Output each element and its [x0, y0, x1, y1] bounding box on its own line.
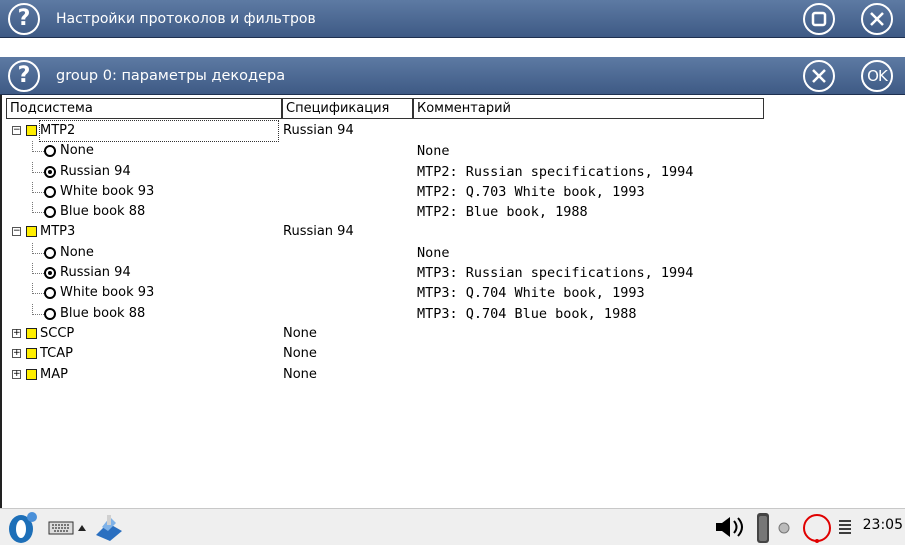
option-label[interactable]: Blue book 88 — [60, 304, 145, 324]
option-label[interactable]: Blue book 88 — [60, 202, 145, 222]
tree-line — [32, 313, 44, 315]
node-square-icon — [26, 226, 37, 238]
radio-unselected[interactable] — [44, 145, 56, 158]
specification-cell: None — [283, 346, 317, 362]
app-icon[interactable] — [92, 513, 126, 543]
comment-cell: None — [417, 244, 450, 261]
tree-option-row[interactable]: Blue book 88 MTP2: Blue book, 1988 — [2, 202, 902, 222]
collapse-icon[interactable]: − — [12, 126, 21, 135]
comment-cell: MTP2: Blue book, 1988 — [417, 204, 588, 221]
node-square-icon — [26, 348, 37, 360]
dialog-titlebar: ? group 0: параметры декодера OK — [0, 57, 905, 95]
tree-node-row[interactable]: + SCCP None — [2, 324, 902, 344]
radio-selected[interactable] — [44, 267, 56, 280]
table-header: Подсистема Спецификация Комментарий — [6, 98, 764, 119]
specification-cell: None — [283, 366, 317, 382]
start-menu-icon[interactable] — [6, 511, 42, 544]
radio-selected[interactable] — [44, 165, 56, 178]
tree-option-row[interactable]: White book 93 MTP3: Q.704 White book, 199… — [2, 283, 902, 303]
tree-line — [32, 191, 44, 193]
comment-cell: MTP2: Russian specifications, 1994 — [417, 163, 694, 180]
network-dot-icon[interactable] — [778, 522, 790, 534]
node-label[interactable]: MTP3 — [40, 222, 75, 242]
option-label[interactable]: White book 93 — [60, 182, 154, 202]
comment-cell: None — [417, 143, 450, 160]
dialog-help-button[interactable]: ? — [8, 60, 40, 92]
option-label[interactable]: Russian 94 — [60, 263, 131, 283]
tree-node-row[interactable]: + TCAP None — [2, 344, 902, 364]
expand-icon[interactable]: + — [12, 328, 21, 338]
close-window-button[interactable] — [861, 3, 893, 35]
specification-cell: None — [283, 325, 317, 341]
window-titlebar: ? Настройки протоколов и фильтров — [0, 0, 905, 38]
window-title: Настройки протоколов и фильтров — [56, 11, 316, 27]
close-icon — [870, 12, 884, 26]
speaker-icon[interactable] — [714, 515, 744, 539]
column-header-specification[interactable]: Спецификация — [282, 98, 413, 119]
node-label[interactable]: MAP — [40, 365, 68, 385]
expand-icon[interactable]: + — [12, 369, 21, 379]
tree-node-row[interactable]: + MAP None — [2, 365, 902, 385]
ok-icon: OK — [867, 67, 888, 85]
comment-cell: MTP3: Q.704 White book, 1993 — [417, 285, 645, 302]
tree-option-row[interactable]: Russian 94 MTP2: Russian specifications, … — [2, 161, 902, 182]
tree-option-row[interactable]: None None — [2, 141, 902, 161]
specification-cell: Russian 94 — [283, 123, 354, 138]
table-body: − MTP2 Russian 94 None None Russian 94 MTP2: R… — [2, 120, 902, 385]
radio-unselected[interactable] — [44, 185, 56, 198]
battery-icon — [757, 513, 769, 543]
node-square-icon — [26, 327, 37, 339]
minimize-button[interactable] — [803, 3, 835, 35]
node-label[interactable]: MTP2 — [39, 120, 279, 142]
tree-line — [32, 171, 44, 173]
help-button[interactable]: ? — [8, 3, 40, 35]
option-label[interactable]: None — [60, 243, 94, 263]
node-label[interactable]: SCCP — [40, 324, 74, 344]
radio-unselected[interactable] — [44, 246, 56, 259]
tree-option-row[interactable]: Russian 94 MTP3: Russian specifications, … — [2, 263, 902, 283]
column-header-comment[interactable]: Комментарий — [413, 98, 764, 119]
close-icon — [812, 69, 826, 83]
collapse-icon[interactable]: − — [12, 227, 21, 237]
tree-option-row[interactable]: None None — [2, 242, 902, 263]
keyboard-icon[interactable] — [48, 521, 74, 535]
column-header-subsystem[interactable]: Подсистема — [6, 98, 282, 119]
radio-unselected[interactable] — [44, 307, 56, 320]
comment-cell: MTP3: Russian specifications, 1994 — [417, 265, 694, 282]
tree-line — [32, 252, 44, 254]
dialog-title: group 0: параметры декодера — [56, 68, 286, 84]
option-label[interactable]: Russian 94 — [60, 162, 131, 182]
radio-unselected[interactable] — [44, 206, 56, 219]
separator — [0, 38, 905, 57]
record-circle-icon[interactable] — [800, 511, 834, 545]
tree-option-row[interactable]: White book 93 MTP2: Q.703 White book, 199… — [2, 181, 902, 202]
tree-node-row[interactable]: − MTP3 Russian 94 — [2, 222, 902, 242]
help-icon: ? — [17, 63, 31, 88]
radio-unselected[interactable] — [44, 287, 56, 300]
taskbar: 23:05 — [0, 508, 905, 545]
square-icon — [811, 11, 827, 27]
comment-cell: MTP3: Q.704 Blue book, 1988 — [417, 305, 637, 322]
expand-icon[interactable]: + — [12, 349, 21, 359]
tree-line — [32, 151, 44, 153]
clock: 23:05 — [862, 517, 903, 533]
tree-option-row[interactable]: Blue book 88 MTP3: Q.704 Blue book, 1988 — [2, 303, 902, 324]
tree-line — [32, 293, 44, 295]
option-label[interactable]: None — [60, 141, 94, 161]
menu-lines-icon[interactable] — [838, 519, 852, 535]
node-square-icon — [26, 368, 37, 380]
tree-line — [32, 273, 44, 275]
node-square-icon — [26, 125, 37, 136]
tree-node-row[interactable]: − MTP2 Russian 94 — [2, 120, 902, 142]
decoder-table: Подсистема Спецификация Комментарий − MTP… — [0, 95, 905, 508]
specification-cell: Russian 94 — [283, 224, 354, 240]
node-label[interactable]: TCAP — [40, 344, 73, 364]
option-label[interactable]: White book 93 — [60, 283, 154, 303]
comment-cell: MTP2: Q.703 White book, 1993 — [417, 183, 645, 200]
help-icon: ? — [17, 6, 31, 31]
cancel-button[interactable] — [803, 60, 835, 92]
ok-button[interactable]: OK — [861, 60, 893, 92]
tree-line — [32, 212, 44, 214]
arrow-up-icon[interactable] — [77, 523, 87, 533]
